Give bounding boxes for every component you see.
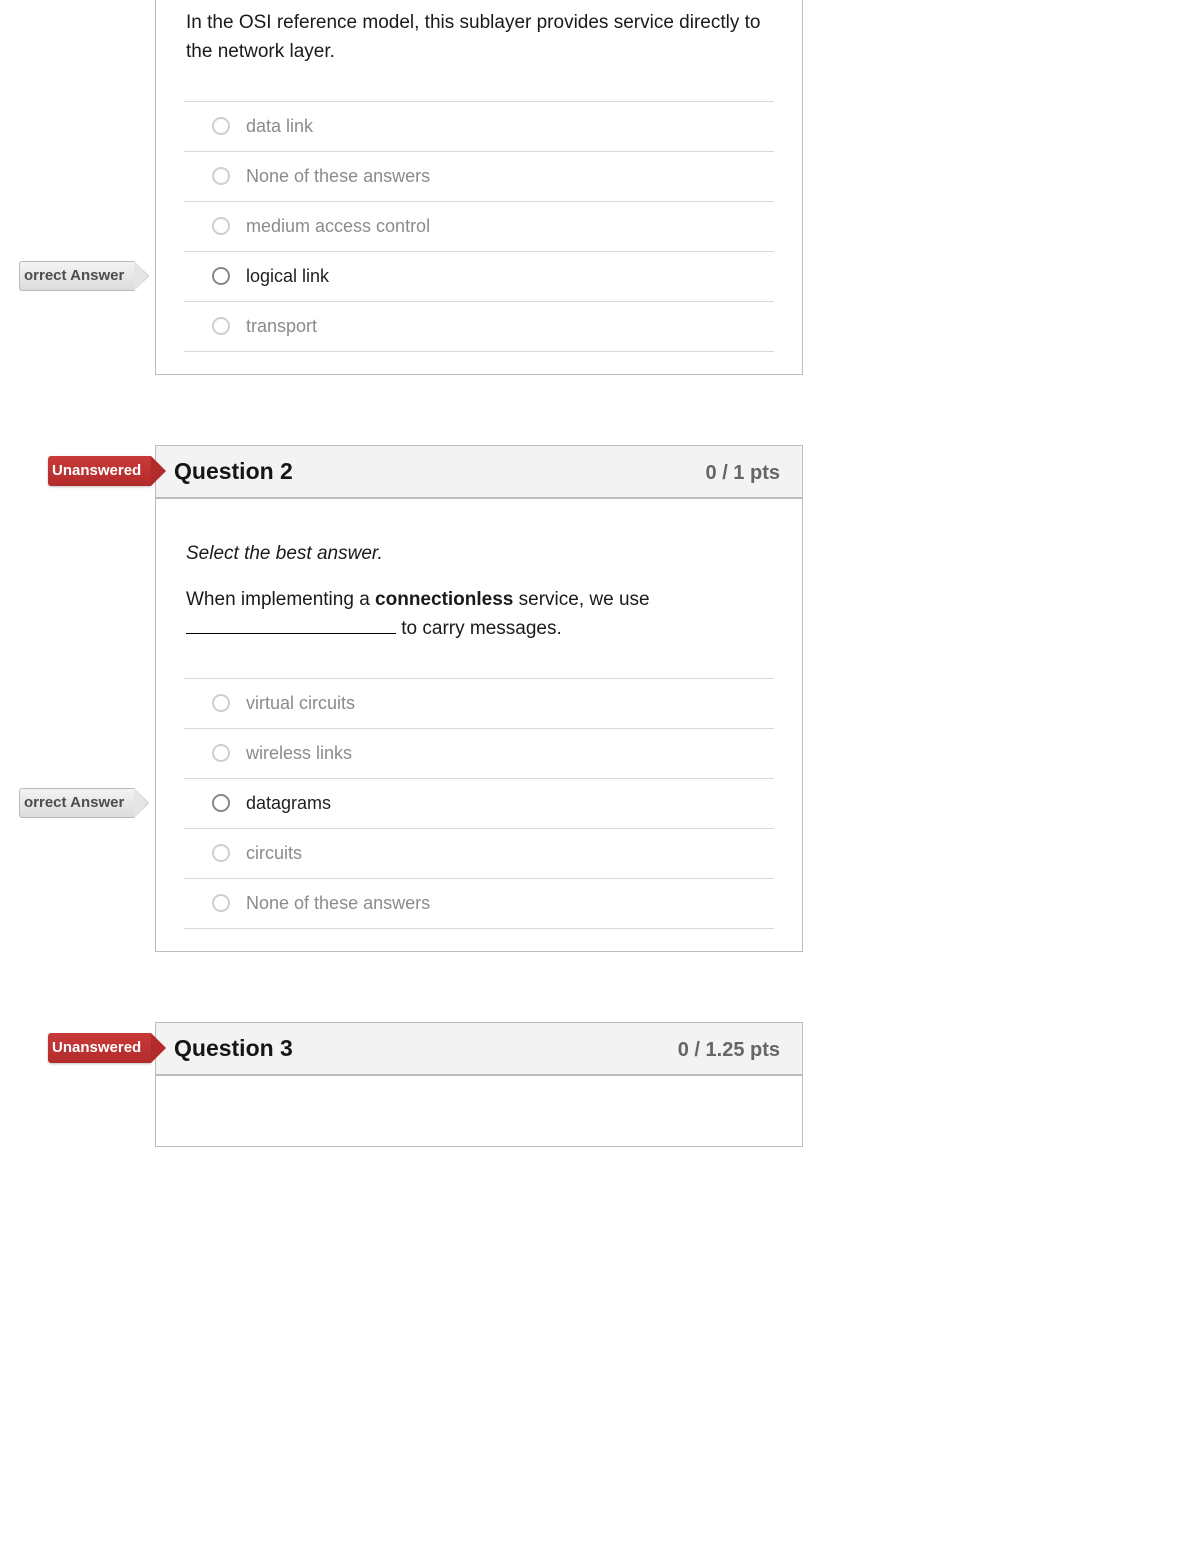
- radio-icon: [212, 894, 230, 912]
- radio-icon: [212, 694, 230, 712]
- answer-option[interactable]: wireless links: [184, 728, 774, 778]
- quiz-page: In the OSI reference model, this sublaye…: [0, 0, 1200, 1553]
- question-points: 0 / 1.25 pts: [678, 1039, 780, 1062]
- radio-icon: [212, 117, 230, 135]
- answer-text: circuits: [246, 843, 302, 864]
- question-title: Question 3: [174, 1035, 293, 1062]
- radio-icon: [212, 217, 230, 235]
- answer-text: logical link: [246, 266, 329, 287]
- question-card: Unanswered Question 3 0 / 1.25 pts: [155, 1022, 803, 1147]
- correct-answer-flag: orrect Answer: [19, 261, 135, 291]
- radio-icon: [212, 317, 230, 335]
- question-card: Unanswered Question 2 0 / 1 pts Select t…: [155, 445, 803, 952]
- answer-text: transport: [246, 316, 317, 337]
- answer-option[interactable]: virtual circuits: [184, 678, 774, 728]
- prompt-mid: service, we use: [513, 589, 649, 610]
- question-body: Select the best answer. When implementin…: [156, 499, 802, 951]
- radio-icon: [212, 744, 230, 762]
- radio-icon: [212, 794, 230, 812]
- answer-text: wireless links: [246, 743, 352, 764]
- question-prompt: When implementing a connectionless servi…: [186, 585, 774, 644]
- answer-option[interactable]: None of these answers: [184, 151, 774, 201]
- answer-list: virtual circuits wireless links orrect A…: [184, 678, 774, 929]
- blank-line: [186, 616, 396, 634]
- answer-text: virtual circuits: [246, 693, 355, 714]
- answer-option[interactable]: medium access control: [184, 201, 774, 251]
- radio-icon: [212, 267, 230, 285]
- question-instruction: Select the best answer.: [186, 543, 774, 565]
- answer-option[interactable]: data link: [184, 101, 774, 151]
- answer-option[interactable]: transport: [184, 301, 774, 352]
- answer-list: data link None of these answers medium a…: [184, 101, 774, 352]
- answer-text: None of these answers: [246, 166, 430, 187]
- prompt-bold: connectionless: [375, 589, 513, 610]
- question-body: In the OSI reference model, this sublaye…: [156, 0, 802, 374]
- question-points: 0 / 1 pts: [706, 462, 780, 485]
- answer-option[interactable]: circuits: [184, 828, 774, 878]
- answer-text: datagrams: [246, 793, 331, 814]
- answer-option-correct[interactable]: orrect Answer logical link: [184, 251, 774, 301]
- prompt-post: to carry messages.: [396, 618, 562, 639]
- unanswered-flag: Unanswered: [48, 456, 151, 486]
- answer-text: None of these answers: [246, 893, 430, 914]
- correct-answer-flag: orrect Answer: [19, 788, 135, 818]
- prompt-pre: When implementing a: [186, 589, 375, 610]
- radio-icon: [212, 844, 230, 862]
- question-title: Question 2: [174, 458, 293, 485]
- answer-text: medium access control: [246, 216, 430, 237]
- answer-option-correct[interactable]: orrect Answer datagrams: [184, 778, 774, 828]
- question-card: In the OSI reference model, this sublaye…: [155, 0, 803, 375]
- answer-option[interactable]: None of these answers: [184, 878, 774, 929]
- question-body: [156, 1076, 802, 1146]
- question-header: Question 2 0 / 1 pts: [156, 446, 802, 499]
- unanswered-flag: Unanswered: [48, 1033, 151, 1063]
- question-header: Question 3 0 / 1.25 pts: [156, 1023, 802, 1076]
- question-prompt: In the OSI reference model, this sublaye…: [186, 8, 774, 67]
- radio-icon: [212, 167, 230, 185]
- answer-text: data link: [246, 116, 313, 137]
